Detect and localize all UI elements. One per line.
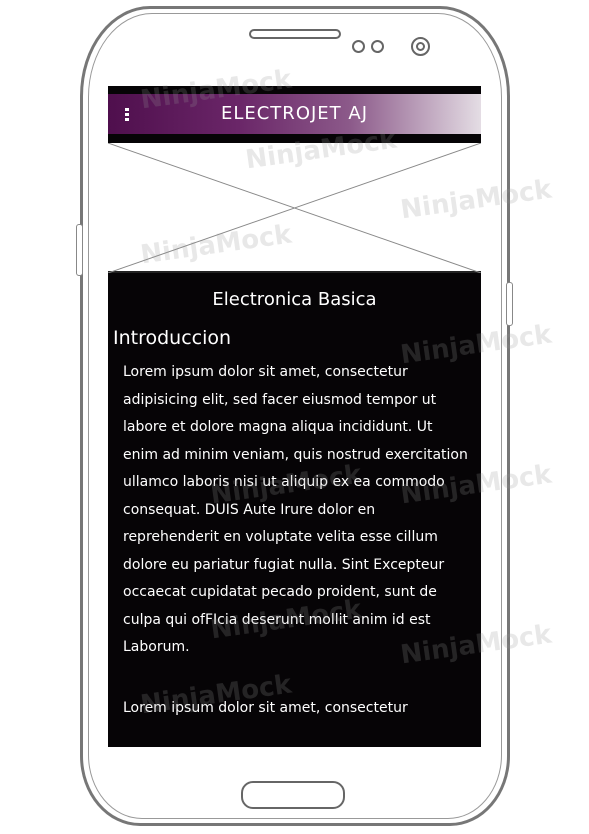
home-button[interactable]	[241, 781, 345, 809]
body-paragraph: Lorem ipsum dolor sit amet, consectetur	[123, 700, 408, 716]
kebab-menu-icon[interactable]	[124, 108, 130, 122]
power-button[interactable]	[506, 282, 513, 326]
body-paragraph: Lorem ipsum dolor sit amet, consectetur …	[123, 364, 468, 655]
section-title: Introduccion	[113, 327, 232, 349]
sensor-icon	[352, 40, 365, 53]
camera-lens-icon	[416, 42, 425, 51]
app-screen: ELECTROJET AJ Electronica Basica Introdu…	[108, 86, 481, 747]
volume-button[interactable]	[76, 224, 83, 276]
hero-image-placeholder	[108, 143, 481, 273]
speaker-grille	[249, 29, 341, 39]
image-placeholder-icon	[108, 143, 481, 273]
sensor-icon	[371, 40, 384, 53]
app-header: ELECTROJET AJ	[108, 94, 481, 134]
app-title: ELECTROJET AJ	[220, 103, 369, 124]
page-heading: Electronica Basica	[212, 289, 377, 310]
